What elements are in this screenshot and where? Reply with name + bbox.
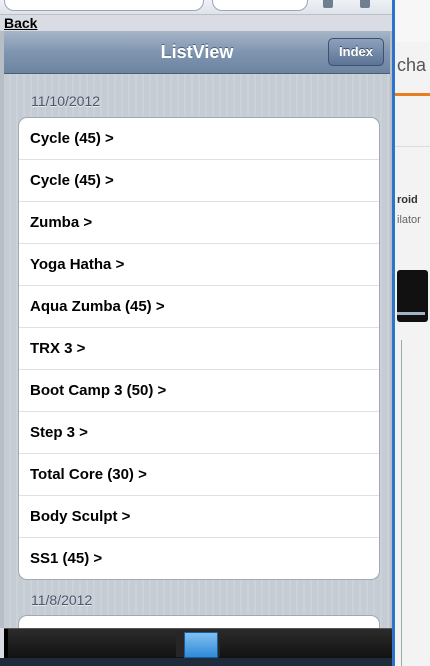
taskbar [0, 658, 394, 666]
list-item-label: Aqua Zumba (45) > [30, 298, 165, 315]
bottom-toolbar [4, 628, 394, 659]
list-item[interactable]: Yoga Hatha > [19, 244, 379, 286]
list-item[interactable]: Aqua Zumba (45) > [19, 286, 379, 328]
list-item[interactable]: Zumba > [19, 202, 379, 244]
list-item[interactable]: TRX 3 > [19, 328, 379, 370]
list-item[interactable]: Cycle (45) > [19, 160, 379, 202]
background-subtitle: ilator [397, 214, 421, 226]
list-item-label: SS1 (45) > [30, 550, 103, 567]
browser-toolbar [0, 0, 394, 15]
list-item-label: Zumba > [30, 214, 93, 231]
accent-bar [395, 93, 430, 96]
date-header: 11/10/2012 [31, 93, 101, 109]
date-header: 11/8/2012 [31, 592, 93, 608]
list-item[interactable]: Body Sculpt > [19, 496, 379, 538]
back-link[interactable]: Back [4, 15, 37, 31]
list-item-label: Body Sculpt > [30, 508, 131, 525]
list-item-label: Step 3 > [30, 424, 88, 441]
list-item-label: Boot Camp 3 (50) > [30, 382, 167, 399]
list-item-label: Yoga Hatha > [30, 256, 125, 273]
list-group: Cycle (45) > Cycle (45) > Zumba > Yoga H… [18, 117, 380, 580]
list-view[interactable]: 11/10/2012 Cycle (45) > Cycle (45) > Zum… [4, 74, 390, 628]
list-item-label: Cycle (45) > [30, 172, 114, 189]
background-window: cha roid ilator [395, 0, 430, 666]
background-heading: cha [397, 55, 427, 75]
list-item[interactable]: Boot Camp 3 (50) > [19, 370, 379, 412]
list-item[interactable]: Total Core (30) > [19, 454, 379, 496]
index-button[interactable]: Index [328, 38, 384, 66]
background-title: roid [397, 194, 418, 206]
list-item[interactable]: Step 3 > [19, 412, 379, 454]
toolbar-icon[interactable] [323, 0, 333, 8]
list-item-label: Total Core (30) > [30, 466, 147, 483]
address-bar[interactable] [4, 0, 204, 11]
list-item-label: Cycle (45) > [30, 130, 114, 147]
toolbar-icon[interactable] [360, 0, 370, 8]
list-item-label: TRX 3 > [30, 340, 86, 357]
search-box[interactable] [212, 0, 308, 11]
active-tab-button[interactable] [184, 632, 218, 658]
list-group [18, 615, 380, 628]
header-bar: ListView Index [4, 31, 390, 74]
list-item[interactable]: Cycle (45) > [19, 118, 379, 160]
list-item[interactable]: SS1 (45) > [19, 538, 379, 579]
